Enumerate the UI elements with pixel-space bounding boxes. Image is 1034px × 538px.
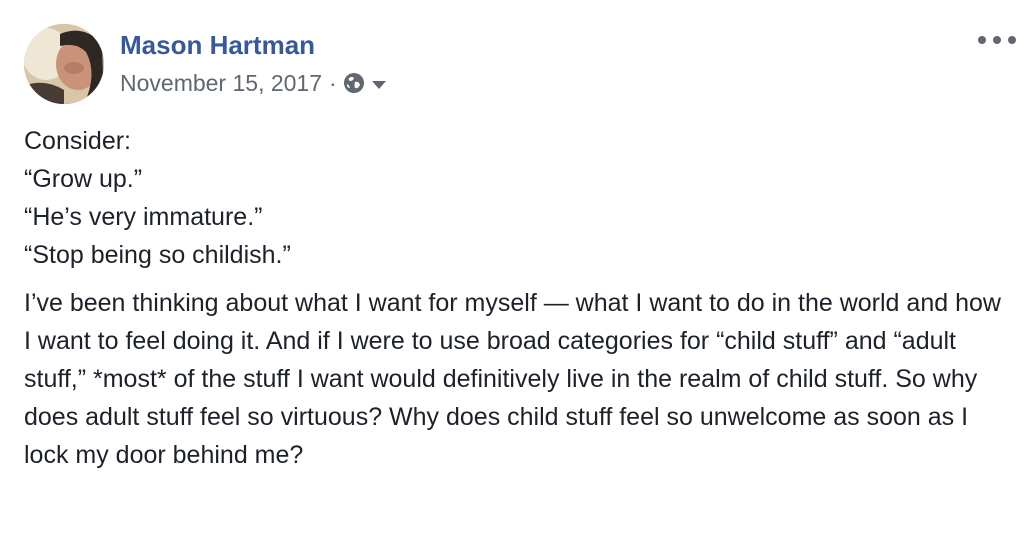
- post-meta: November 15, 2017 ·: [120, 67, 386, 99]
- dot: [978, 36, 986, 44]
- text-line: Consider:: [24, 127, 131, 155]
- post-paragraph: I’ve been thinking about what I want for…: [24, 289, 1001, 469]
- globe-icon[interactable]: [343, 72, 365, 94]
- caret-down-icon[interactable]: [371, 80, 386, 89]
- dot: [1008, 36, 1016, 44]
- meta-separator: ·: [329, 69, 337, 96]
- more-options-icon[interactable]: [978, 30, 1016, 50]
- quote-block: Consider: “Grow up.” “He’s very immature…: [24, 122, 1014, 274]
- post-date[interactable]: November 15, 2017: [120, 70, 322, 97]
- post-body: Consider: “Grow up.” “He’s very immature…: [24, 122, 1014, 474]
- text-line: “Stop being so childish.”: [24, 241, 291, 269]
- dot: [993, 36, 1001, 44]
- avatar-photo: [24, 24, 104, 104]
- text-line: “He’s very immature.”: [24, 203, 263, 231]
- author-name[interactable]: Mason Hartman: [120, 28, 315, 62]
- avatar[interactable]: [24, 24, 104, 104]
- text-line: “Grow up.”: [24, 165, 143, 193]
- post-card: Mason Hartman November 15, 2017 · Consid…: [0, 0, 1034, 538]
